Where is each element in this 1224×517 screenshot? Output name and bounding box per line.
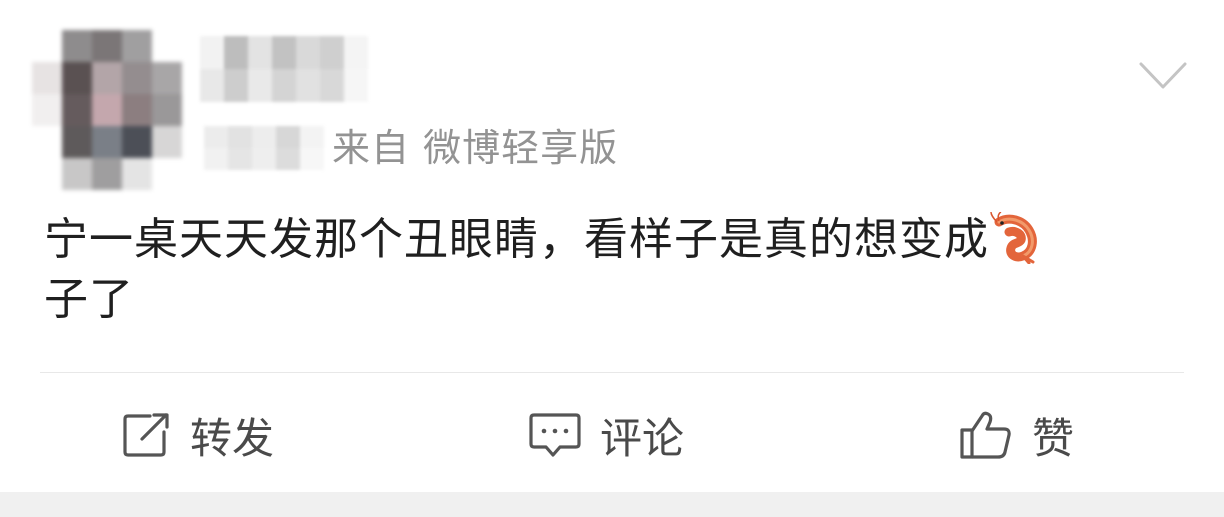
comment-icon	[529, 413, 581, 457]
comment-button[interactable]: 评论	[528, 404, 684, 466]
avatar[interactable]	[32, 30, 182, 190]
post-text: 宁一桌天天发那个丑眼睛，看样子是真的想变成 子了	[44, 210, 1184, 330]
post-text-line2: 子了	[44, 274, 134, 325]
weibo-post-card: 来自 微博轻享版 宁一桌天天发那个丑眼睛，看样子是真的想变成 子了 转发 评论 …	[0, 0, 1224, 492]
post-text-line1: 宁一桌天天发那个丑眼睛，看样子是真的想变成	[44, 214, 989, 265]
divider	[40, 372, 1184, 373]
repost-label: 转发	[190, 413, 275, 463]
source-prefix: 来自	[332, 126, 411, 170]
repost-button[interactable]: 转发	[122, 404, 274, 466]
comment-label: 评论	[600, 413, 685, 463]
post-source: 来自 微博轻享版	[332, 124, 618, 172]
source-app-link[interactable]: 微博轻享版	[423, 126, 618, 170]
repost-icon	[123, 413, 169, 457]
shrimp-icon	[990, 212, 1037, 264]
feed-separator	[0, 492, 1224, 517]
thumbs-up-icon	[960, 411, 1011, 459]
username-redacted[interactable]	[200, 36, 392, 102]
like-label: 赞	[1032, 413, 1075, 463]
timestamp-redacted	[204, 126, 324, 170]
chevron-down-icon[interactable]	[1138, 60, 1188, 92]
like-button[interactable]: 赞	[958, 404, 1074, 466]
